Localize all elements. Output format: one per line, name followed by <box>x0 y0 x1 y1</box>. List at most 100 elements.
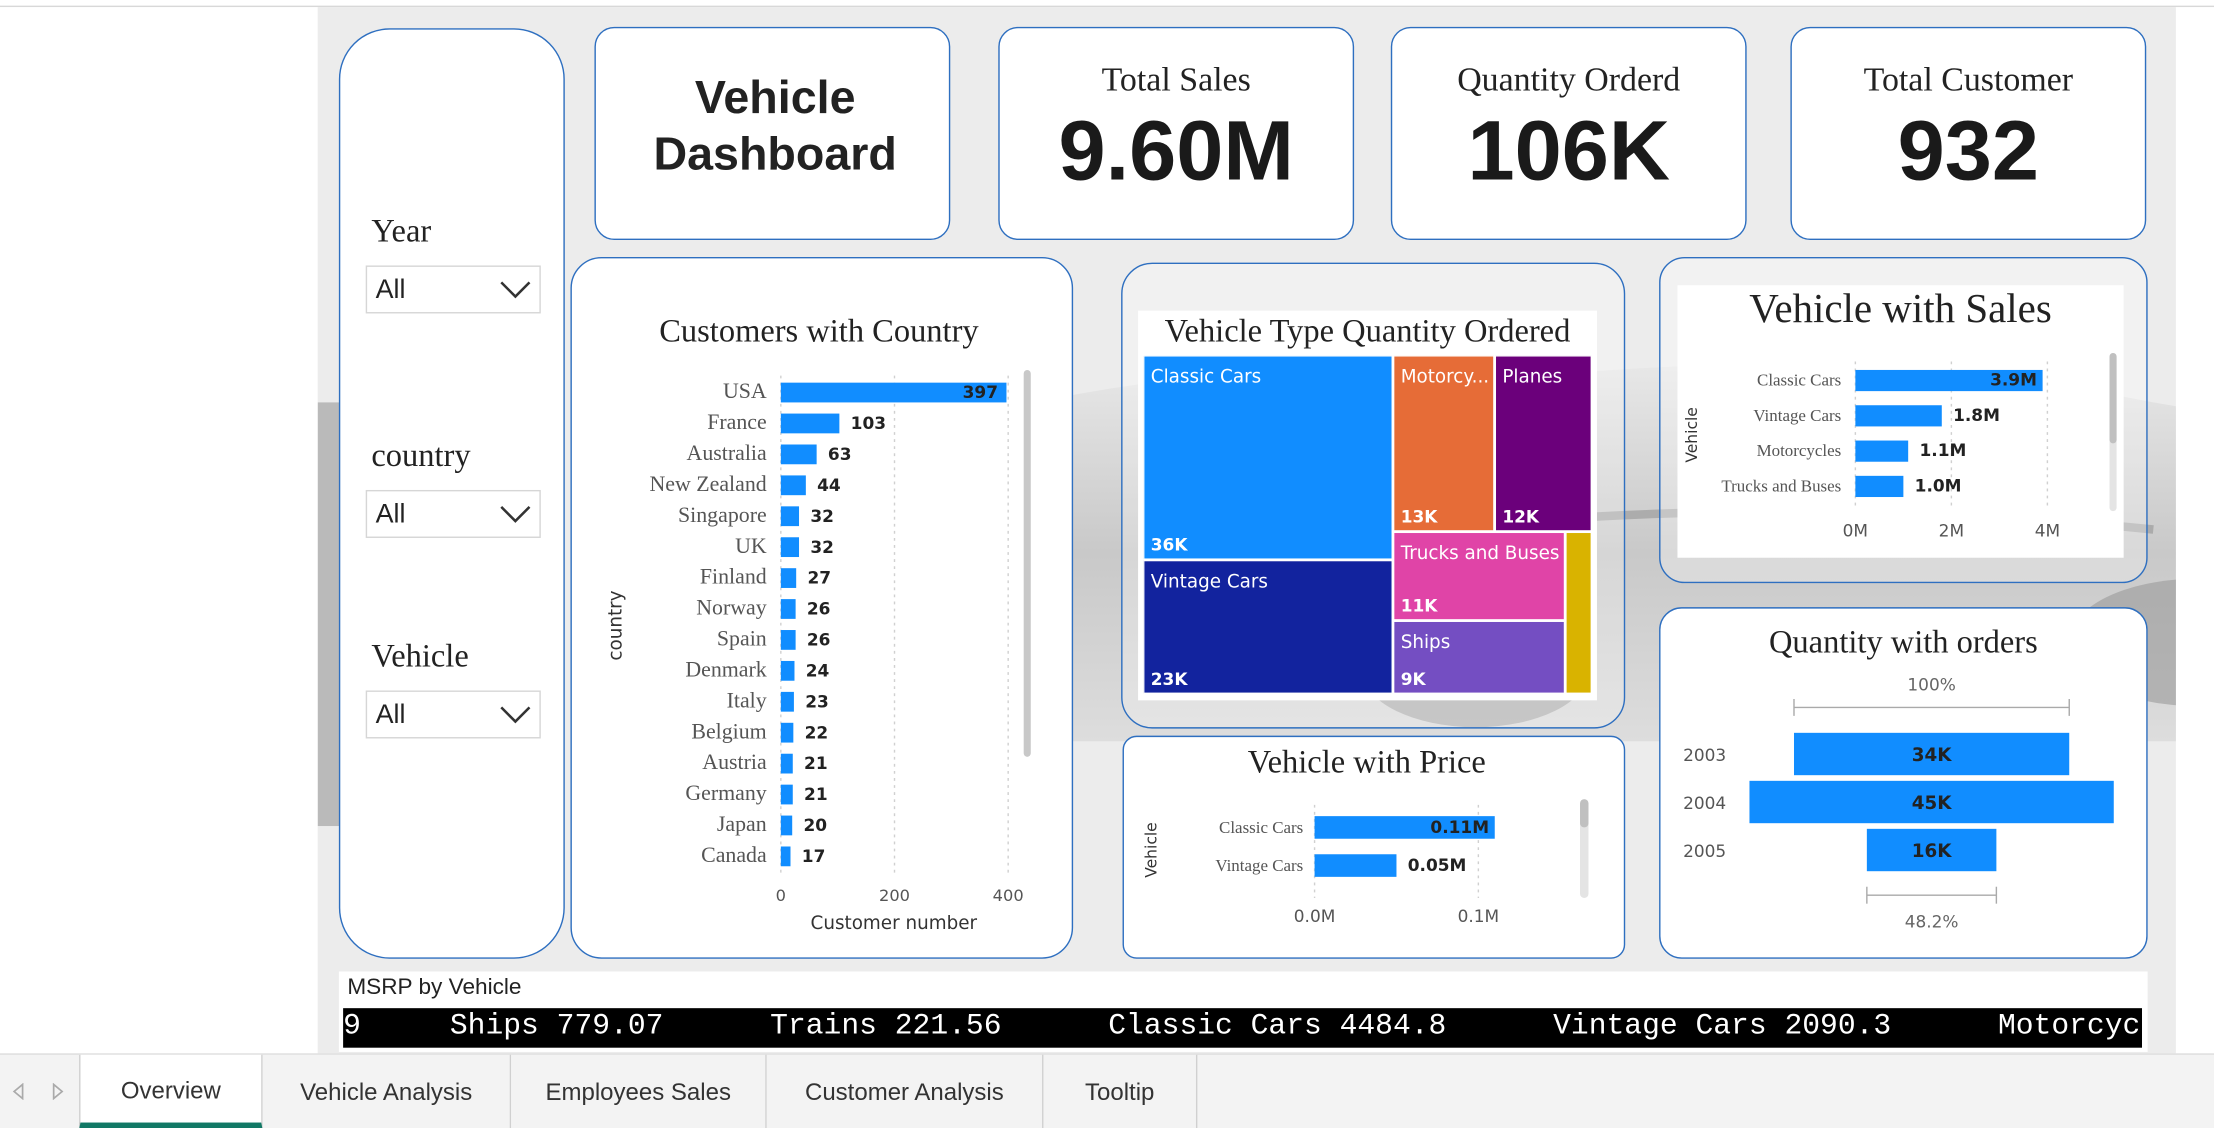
category-label: Trucks and Buses <box>1721 476 1841 495</box>
customers-country-chart[interactable]: USA 397 France 103 Australia 63 New Zealand 44 S… <box>596 364 1042 940</box>
data-label: 1.8M <box>1953 405 2000 425</box>
funnel-title: Quantity with orders <box>1768 624 2038 660</box>
ticker-band: 9 Ships 779.07 Trains 221.56 Classic Car… <box>343 1008 2143 1048</box>
kpi-inner: Total Sales 9.60M <box>1016 56 1336 214</box>
tile-name: Vintage Cars <box>1151 571 1268 592</box>
x-tick-label: 0M <box>1843 521 1868 541</box>
kpi-inner: Quantity Orderd 106K <box>1409 56 1729 214</box>
data-label: 22 <box>805 722 829 742</box>
vehicle-sales-chart[interactable]: Classic Cars 3.9M Vintage Cars 1.8M Motorcyc… <box>1677 350 2123 555</box>
bar <box>780 784 793 805</box>
data-label: 45K <box>1912 793 1953 814</box>
kpi-inner: Total Customer 932 <box>1808 56 2128 214</box>
next-page-icon[interactable] <box>51 1083 65 1100</box>
data-label: 3.9M <box>1990 369 2037 389</box>
dashboard-title-line1: Vehicle <box>694 70 856 123</box>
vehicle-dropdown[interactable]: All <box>365 690 541 739</box>
vehicle-slicer-label: Vehicle <box>371 638 469 674</box>
title-card: Vehicle Dashboard <box>594 26 951 241</box>
data-label: 26 <box>807 630 831 650</box>
x-tick-label: 4M <box>2035 521 2060 541</box>
bar <box>780 537 800 558</box>
data-label: 32 <box>810 537 834 557</box>
category-label: USA <box>723 379 767 403</box>
vehicle-sales-title: Vehicle with Sales <box>1749 286 2052 332</box>
data-label: 1.0M <box>1915 475 1962 495</box>
y-axis-title: Vehicle <box>1683 407 1701 463</box>
bar <box>1855 405 1942 427</box>
tab-tooltip[interactable]: Tooltip <box>1043 1054 1198 1128</box>
tile-value: 9K <box>1401 669 1427 689</box>
category-label: Norway <box>696 596 767 620</box>
data-label: 44 <box>817 475 841 495</box>
chevron-down-icon <box>500 506 531 523</box>
tab-customer-analysis[interactable]: Customer Analysis <box>766 1054 1044 1128</box>
category-label: 2005 <box>1683 841 1726 861</box>
customers-value: 932 <box>1897 103 2039 198</box>
category-label: Canada <box>701 843 767 867</box>
quantity-card[interactable]: Quantity Orderd 106K <box>1390 26 1747 241</box>
bar <box>1855 475 1904 498</box>
tile-value: 36K <box>1151 535 1189 555</box>
x-tick-label: 0 <box>776 886 786 905</box>
page-tabs-bar: Overview Vehicle Analysis Employees Sale… <box>0 1053 2214 1128</box>
dashboard-title-line2: Dashboard <box>653 127 897 180</box>
tab-overview[interactable]: Overview <box>79 1054 263 1128</box>
data-label: 21 <box>804 784 828 804</box>
category-label: Austria <box>702 750 767 774</box>
category-label: Classic Cars <box>1757 370 1841 389</box>
tab-employees-sales[interactable]: Employees Sales <box>511 1054 767 1128</box>
tile-name: Planes <box>1502 367 1562 388</box>
prev-page-icon[interactable] <box>11 1083 25 1100</box>
vehicle-dropdown-value: All <box>375 700 406 731</box>
funnel-bottom-percent: 48.2% <box>1905 912 1959 932</box>
bar <box>780 630 796 650</box>
funnel-top-percent: 100% <box>1907 674 1955 694</box>
category-label: Finland <box>700 565 767 589</box>
tile-name: Ships <box>1401 632 1451 653</box>
data-label: 27 <box>807 568 831 588</box>
chevron-down-icon <box>500 706 531 724</box>
scrollbar <box>1580 799 1589 828</box>
category-label: Spain <box>717 627 767 651</box>
tile-value: 23K <box>1151 669 1189 689</box>
category-label: Singapore <box>678 503 767 527</box>
y-axis-title: Vehicle <box>1142 822 1160 877</box>
treemap-tile <box>1565 531 1593 694</box>
chevron-down-icon <box>500 281 531 299</box>
category-label: 2003 <box>1683 745 1726 765</box>
slicer-panel: Year All country All Vehicle All <box>338 28 565 959</box>
data-label: 24 <box>806 660 830 680</box>
x-tick-label: 400 <box>993 886 1024 905</box>
category-label: Denmark <box>685 657 766 681</box>
tile-name: Trucks and Buses <box>1400 543 1560 564</box>
total-sales-card[interactable]: Total Sales 9.60M <box>998 26 1355 241</box>
y-axis-title: country <box>605 590 626 660</box>
funnel-chart[interactable]: 100% 2003 34K 2004 45K 2005 16K 48.2% <box>1666 669 2140 946</box>
category-label: Vintage Cars <box>1215 856 1303 875</box>
category-label: Motorcycles <box>1757 441 1842 460</box>
category-label: France <box>707 410 767 434</box>
category-label: Germany <box>685 781 766 805</box>
vehicle-price-chart[interactable]: Classic Cars 0.11M Vintage Cars 0.05M 0.0M 0.… <box>1137 791 1611 949</box>
bar <box>780 568 797 588</box>
data-label: 26 <box>807 599 831 619</box>
category-label: Vintage Cars <box>1753 406 1841 425</box>
tile-name: Motorcy... <box>1401 367 1489 388</box>
data-label: 32 <box>810 506 834 526</box>
category-label: Japan <box>717 812 767 836</box>
customers-country-title: Customers with Country <box>659 313 979 349</box>
data-label: 34K <box>1912 745 1953 766</box>
tab-vehicle-analysis[interactable]: Vehicle Analysis <box>262 1054 512 1128</box>
treemap-chart[interactable]: Classic Cars 36K Vintage Cars 23K Motorcy...… <box>1143 355 1593 695</box>
category-label: New Zealand <box>649 472 766 496</box>
tile-name: Classic Cars <box>1151 367 1261 388</box>
country-dropdown[interactable]: All <box>365 489 541 538</box>
customers-card[interactable]: Total Customer 932 <box>1790 26 2147 241</box>
data-label: 0.05M <box>1408 855 1467 875</box>
scrollbar <box>1023 369 1031 757</box>
data-label: 1.1M <box>1919 440 1966 460</box>
data-label: 20 <box>803 815 827 835</box>
category-label: UK <box>735 534 767 558</box>
year-dropdown[interactable]: All <box>365 265 541 314</box>
